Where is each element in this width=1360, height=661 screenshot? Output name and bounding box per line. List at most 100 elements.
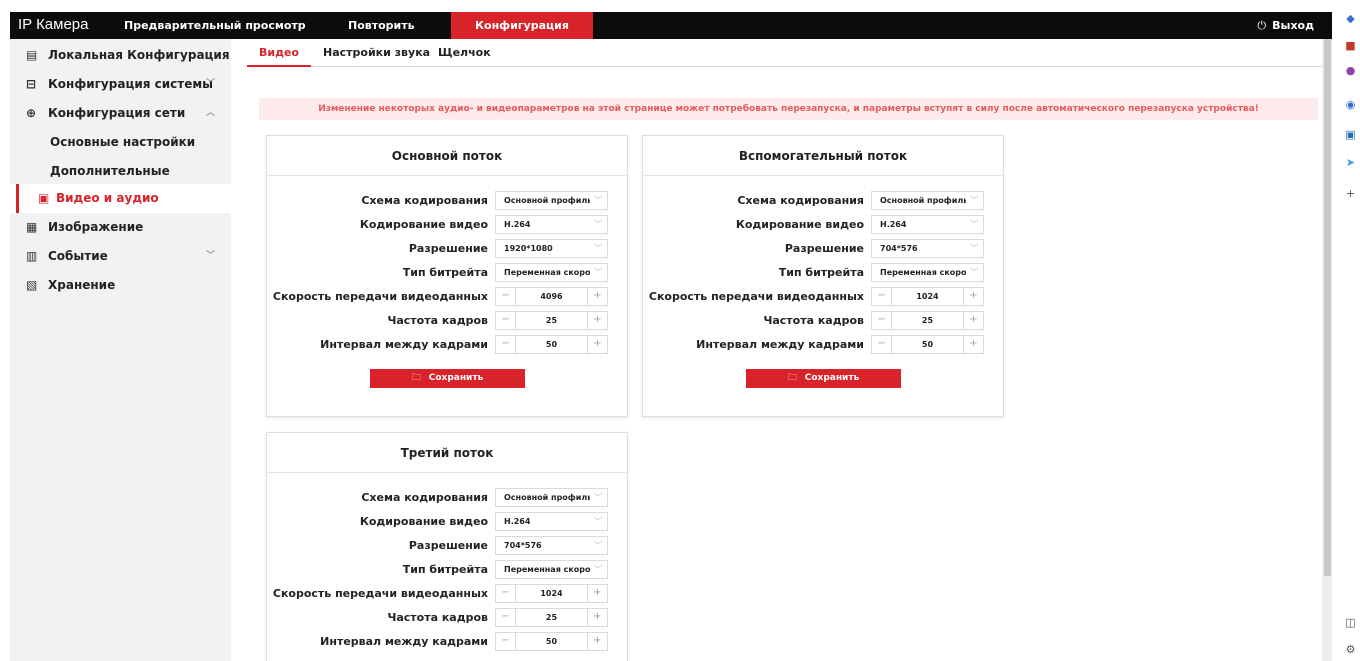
field-label: Разрешение bbox=[408, 539, 488, 552]
stepper-value[interactable]: 50 bbox=[892, 336, 963, 353]
field-label: Разрешение bbox=[408, 242, 488, 255]
tab-video[interactable]: Видео bbox=[259, 46, 299, 59]
chevron-down-icon: ﹀ bbox=[594, 517, 602, 526]
toolbox-icon[interactable]: ■ bbox=[1344, 39, 1357, 52]
iframe-interval-stepper[interactable]: −50 + bbox=[871, 335, 984, 354]
outlook-icon[interactable]: ▣ bbox=[1344, 128, 1357, 141]
sidebar-item-storage[interactable]: ▧ Хранение bbox=[10, 271, 231, 300]
plus-icon[interactable]: + bbox=[587, 336, 607, 353]
bitrate-stepper[interactable]: −1024 + bbox=[495, 584, 608, 603]
bitrate-type-select[interactable]: Переменная скорость ﹀ bbox=[495, 560, 608, 579]
bitrate-type-select[interactable]: Переменная скорость ﹀ bbox=[495, 263, 608, 282]
stepper-value[interactable]: 25 bbox=[516, 312, 587, 329]
select-value: Основной профиль bbox=[504, 493, 590, 502]
scrollbar-thumb[interactable] bbox=[1324, 39, 1331, 576]
video-encoding-select[interactable]: H.264 ﹀ bbox=[495, 512, 608, 531]
encoding-scheme-select[interactable]: Основной профиль ﹀ bbox=[495, 191, 608, 210]
minus-icon[interactable]: − bbox=[496, 609, 516, 626]
stepper-value[interactable]: 1024 bbox=[892, 288, 963, 305]
minus-icon[interactable]: − bbox=[496, 585, 516, 602]
image-icon: ▦ bbox=[26, 220, 38, 234]
stepper-value[interactable]: 1024 bbox=[516, 585, 587, 602]
video-encoding-select[interactable]: H.264 ﹀ bbox=[495, 215, 608, 234]
field-label: Кодирование видео bbox=[359, 515, 488, 528]
stepper-value[interactable]: 50 bbox=[516, 633, 587, 650]
field-label: Схема кодирования bbox=[361, 194, 488, 207]
encoding-scheme-select[interactable]: Основной профиль ﹀ bbox=[495, 488, 608, 507]
frame-rate-stepper[interactable]: −25 + bbox=[495, 608, 608, 627]
plus-icon[interactable]: + bbox=[963, 288, 983, 305]
stepper-value[interactable]: 25 bbox=[516, 609, 587, 626]
resolution-select[interactable]: 704*576 ﹀ bbox=[495, 536, 608, 555]
field-label: Тип битрейта bbox=[402, 563, 488, 576]
sidebar-item-label: Конфигурация сети bbox=[48, 106, 186, 120]
field-label: Разрешение bbox=[784, 242, 864, 255]
nav-playback[interactable]: Повторить bbox=[348, 12, 415, 39]
send-icon[interactable]: ➤ bbox=[1344, 156, 1357, 169]
plus-icon[interactable]: + bbox=[587, 585, 607, 602]
bitrate-stepper[interactable]: −4096 + bbox=[495, 287, 608, 306]
minus-icon[interactable]: − bbox=[496, 336, 516, 353]
chevron-down-icon: ﹀ bbox=[970, 244, 978, 253]
plus-icon[interactable]: + bbox=[963, 312, 983, 329]
minus-icon[interactable]: − bbox=[496, 312, 516, 329]
add-icon[interactable]: + bbox=[1344, 187, 1357, 200]
sidebar-toggle-icon[interactable]: ◫ bbox=[1344, 616, 1357, 629]
plus-icon[interactable]: + bbox=[587, 609, 607, 626]
panel-title: Третий поток bbox=[267, 433, 627, 473]
sidebar-item-event[interactable]: ▥ Событие ﹀ bbox=[10, 242, 231, 271]
plus-icon[interactable]: + bbox=[587, 312, 607, 329]
minus-icon[interactable]: − bbox=[496, 633, 516, 650]
nav-configuration[interactable]: Конфигурация bbox=[451, 12, 593, 39]
iframe-interval-stepper[interactable]: −50 + bbox=[495, 632, 608, 651]
stepper-value[interactable]: 50 bbox=[516, 336, 587, 353]
plus-icon[interactable]: + bbox=[587, 633, 607, 650]
sidebar-item-advanced-settings[interactable]: Дополнительные настройки bbox=[10, 157, 231, 207]
main-stream-panel: Основной поток Схема кодирования Основной… bbox=[266, 135, 628, 417]
save-button[interactable]: 🗀 Сохранить bbox=[370, 369, 525, 388]
top-navigation-bar: IP Камера Предварительный просмотр Повто… bbox=[10, 12, 1332, 39]
bitrate-stepper[interactable]: −1024 + bbox=[871, 287, 984, 306]
minus-icon[interactable]: − bbox=[872, 336, 892, 353]
chevron-down-icon: ﹀ bbox=[970, 268, 978, 277]
select-value: 704*576 bbox=[880, 244, 918, 253]
sidebar-item-system-config[interactable]: ⊟ Конфигурация системы ﹀ bbox=[10, 70, 231, 99]
video-audio-icon: ▣ bbox=[38, 191, 50, 205]
office-icon[interactable]: ◉ bbox=[1344, 98, 1357, 111]
nav-preview[interactable]: Предварительный просмотр bbox=[124, 12, 306, 39]
chevron-up-icon: ︿ bbox=[206, 108, 216, 118]
chevron-down-icon: ﹀ bbox=[970, 220, 978, 229]
tab-bar: Видео Настройки звука Щелчок bbox=[247, 39, 1322, 67]
globe-icon: ⊕ bbox=[26, 106, 37, 120]
frame-rate-stepper[interactable]: −25 + bbox=[871, 311, 984, 330]
stepper-value[interactable]: 4096 bbox=[516, 288, 587, 305]
save-button[interactable]: 🗀 Сохранить bbox=[746, 369, 901, 388]
app-brand: IP Камера bbox=[18, 16, 89, 33]
sidebar-item-video-audio[interactable]: ▣ Видео и аудио bbox=[10, 184, 231, 213]
sidebar-item-local-config[interactable]: ▤ Локальная Конфигурация bbox=[10, 41, 231, 70]
sidebar-item-image[interactable]: ▦ Изображение bbox=[10, 213, 231, 242]
people-icon[interactable]: ● bbox=[1344, 64, 1357, 77]
video-encoding-select[interactable]: H.264 ﹀ bbox=[871, 215, 984, 234]
plus-icon[interactable]: + bbox=[963, 336, 983, 353]
frame-rate-stepper[interactable]: −25 + bbox=[495, 311, 608, 330]
gear-icon[interactable]: ⚙ bbox=[1344, 643, 1357, 656]
tab-audio-settings[interactable]: Настройки звука bbox=[323, 46, 430, 59]
sidebar-item-network-config[interactable]: ⊕ Конфигурация сети ︿ bbox=[10, 99, 231, 128]
iframe-interval-stepper[interactable]: −50 + bbox=[495, 335, 608, 354]
resolution-select[interactable]: 704*576 ﹀ bbox=[871, 239, 984, 258]
encoding-scheme-select[interactable]: Основной профиль ﹀ bbox=[871, 191, 984, 210]
select-value: 704*576 bbox=[504, 541, 542, 550]
plus-icon[interactable]: + bbox=[587, 288, 607, 305]
minus-icon[interactable]: − bbox=[496, 288, 516, 305]
resolution-select[interactable]: 1920*1080 ﹀ bbox=[495, 239, 608, 258]
sidebar-item-basic-settings[interactable]: Основные настройки bbox=[10, 128, 231, 157]
field-label: Схема кодирования bbox=[361, 491, 488, 504]
minus-icon[interactable]: − bbox=[872, 312, 892, 329]
tag-icon[interactable]: ◆ bbox=[1344, 12, 1357, 25]
stepper-value[interactable]: 25 bbox=[892, 312, 963, 329]
minus-icon[interactable]: − bbox=[872, 288, 892, 305]
logout-button[interactable]: ⏻ Выход bbox=[1257, 12, 1314, 39]
bitrate-type-select[interactable]: Переменная скорость ﹀ bbox=[871, 263, 984, 282]
tab-snapshot[interactable]: Щелчок bbox=[438, 46, 491, 59]
